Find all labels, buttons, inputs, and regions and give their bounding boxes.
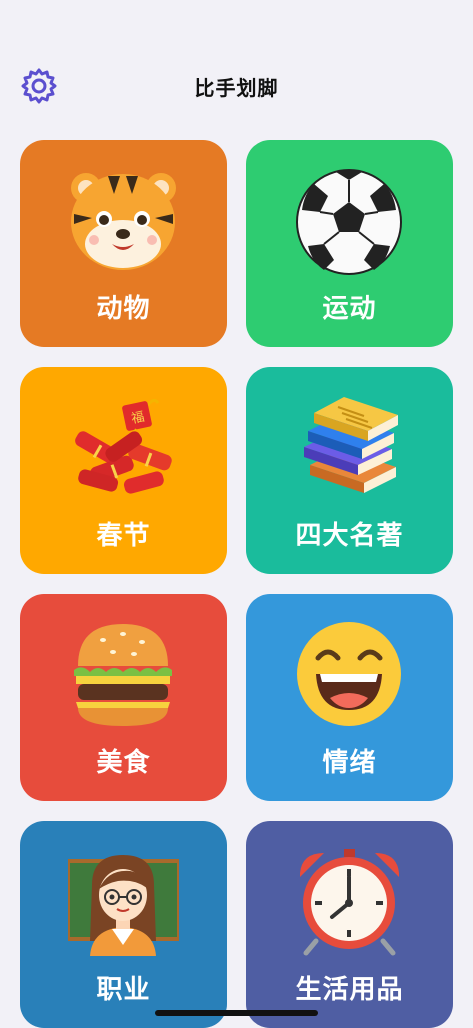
category-label: 四大名著: [295, 521, 404, 551]
category-label: 动物: [96, 294, 151, 324]
category-label: 春节: [96, 521, 151, 551]
category-label: 职业: [96, 975, 151, 1005]
header: 比手划脚: [0, 0, 473, 130]
alarm-clock-icon: [294, 845, 405, 956]
tiger-icon: [68, 164, 179, 275]
category-label: 运动: [322, 294, 377, 324]
teacher-icon: [66, 845, 181, 956]
books-icon: [294, 391, 405, 502]
firecracker-icon: 福: [68, 391, 179, 502]
soccer-ball-icon: [294, 164, 405, 275]
home-indicator[interactable]: [155, 1010, 318, 1016]
category-label: 美食: [96, 748, 151, 778]
category-card-professions[interactable]: 职业: [20, 821, 227, 1028]
category-card-spring-festival[interactable]: 福 春节: [20, 367, 227, 574]
smiley-icon: [294, 618, 405, 729]
page-title: 比手划脚: [194, 76, 279, 100]
category-label: 情绪: [322, 748, 377, 778]
category-label: 生活用品: [295, 975, 404, 1005]
category-card-sports[interactable]: 运动: [246, 140, 453, 347]
category-card-household-items[interactable]: 生活用品: [246, 821, 453, 1028]
category-card-four-classics[interactable]: 四大名著: [246, 367, 453, 574]
category-card-animals[interactable]: 动物: [20, 140, 227, 347]
category-card-food[interactable]: 美食: [20, 594, 227, 801]
burger-icon: [68, 618, 179, 729]
category-card-emotions[interactable]: 情绪: [246, 594, 453, 801]
